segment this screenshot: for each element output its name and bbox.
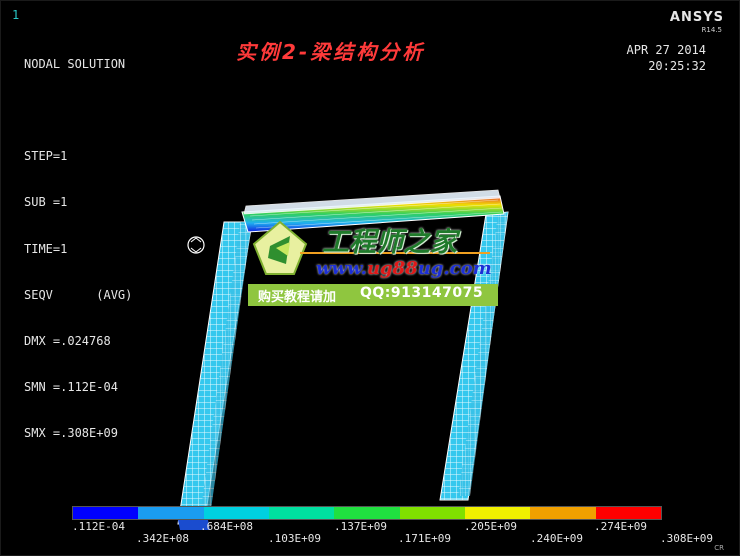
watermark-qq: QQ:913147075 (360, 285, 484, 301)
legend-label-top-4: .274E+09 (594, 520, 647, 533)
url-suffix: ug.com (417, 258, 492, 279)
legend-swatch-0 (73, 507, 139, 519)
legend-swatch-4 (334, 507, 400, 519)
legend-swatch-6 (464, 507, 531, 519)
corner-label: CR (714, 544, 724, 552)
legend-swatch-8 (595, 507, 661, 519)
url-highlight: ug88 (366, 258, 418, 279)
watermark-url: www.ug88ug.com (316, 258, 492, 279)
legend-swatch-7 (530, 507, 596, 519)
legend-swatch-2 (203, 507, 269, 519)
legend-label-bottom-0: .342E+08 (136, 532, 189, 545)
legend-label-bottom-2: .171E+09 (398, 532, 451, 545)
watermark-site-name: 工程师之家 (322, 227, 457, 258)
legend-label-bottom-3: .240E+09 (530, 532, 583, 545)
watermark-buy-text: 购买教程请加 (258, 290, 337, 305)
url-prefix: www. (316, 258, 367, 279)
legend-swatch-1 (138, 507, 204, 519)
contour-legend-bar (72, 506, 662, 520)
legend-label-bottom-4: .308E+09 (660, 532, 713, 545)
legend-swatch-5 (399, 507, 465, 519)
legend-label-top-1: .684E+08 (200, 520, 253, 533)
legend-label-top-0: .112E-04 (72, 520, 125, 533)
legend-swatch-3 (268, 507, 335, 519)
coordinate-triad-icon (187, 236, 205, 254)
legend-label-top-2: .137E+09 (334, 520, 387, 533)
left-column (177, 221, 253, 530)
legend-label-bottom-1: .103E+09 (268, 532, 321, 545)
legend-label-top-3: .205E+09 (464, 520, 517, 533)
